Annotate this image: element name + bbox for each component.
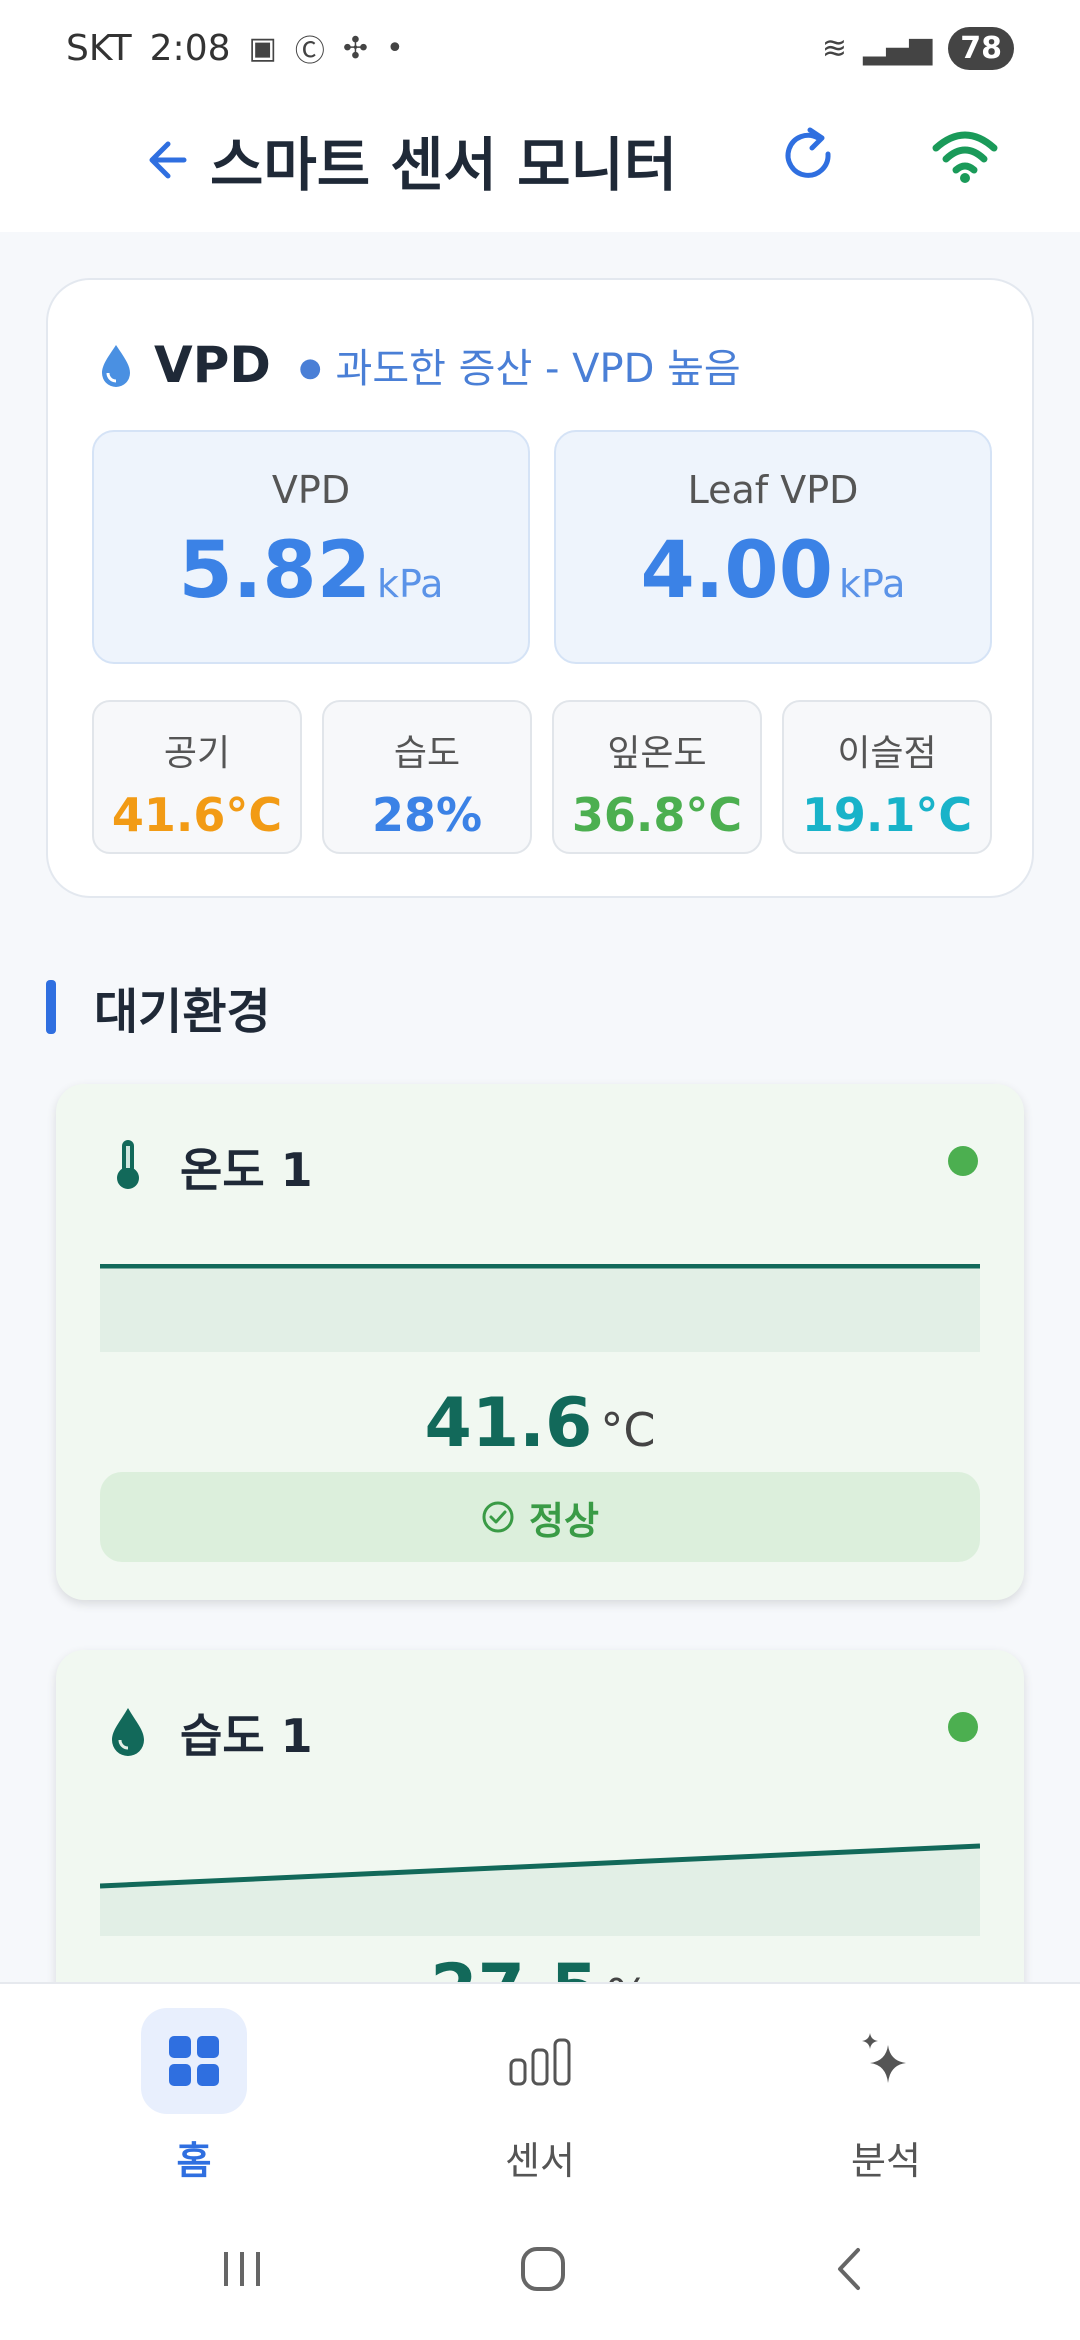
grid-dots-icon: ✣ [342,30,368,66]
nav-analysis-label: 분석 [851,2139,921,2183]
bar-chart-icon [509,2038,571,2086]
vpd-main-value: 5.82 [178,526,371,616]
carrier: SKT [66,27,132,69]
water-drop-icon [102,345,130,387]
vpd-status-text: 과도한 증산 - VPD 높음 [299,336,741,394]
wifi-icon[interactable] [930,126,1000,186]
leaf-vpd-title: Leaf VPD [687,468,859,512]
home-button-icon[interactable] [518,2244,568,2294]
recent-apps-icon[interactable] [218,2244,268,2294]
section-header: 대기환경 [46,972,271,1042]
status-bar: SKT 2:08 ▣ Ⓒ ✣ • ≋ ▂▄▆ 78 [0,0,1080,96]
metric-air: 공기 41.6°C [92,700,302,854]
sensor-unit: % [606,1969,650,1982]
sensor-value: 41.6 [424,1384,593,1463]
sensor-sparkline [100,1843,980,1936]
nav-home-label: 홈 [176,2139,212,2183]
grid-icon [169,2036,219,2086]
scroll-content[interactable]: VPD 과도한 증산 - VPD 높음 VPD 5.82kPa Leaf VPD… [0,232,1080,1982]
metric-leaf-temp-value: 36.8°C [571,788,743,842]
check-circle-icon [482,1501,514,1533]
leaf-vpd-unit: kPa [838,562,906,606]
clock: 2:08 [149,27,231,69]
nav-sensors-label: 센서 [505,2139,575,2183]
online-status-dot [948,1712,978,1742]
sensor-sparkline [100,1264,980,1352]
water-drop-icon [112,1708,144,1756]
section-title: 대기환경 [94,984,271,1040]
sensor-reading: 41.6 °C [56,1384,1024,1463]
status-badge: 정상 [100,1472,980,1562]
thermometer-icon [117,1140,139,1189]
dot-icon: • [386,30,404,66]
metric-air-value: 41.6°C [111,788,283,842]
vpd-header: VPD 과도한 증산 - VPD 높음 [96,336,741,394]
metric-humidity: 습도 28% [322,700,532,854]
back-arrow-icon[interactable] [140,130,200,190]
vpd-main-box: VPD 5.82 kPa [92,430,530,664]
sensor-card-temperature[interactable]: 온도 1 41.6 °C 정상 [56,1084,1024,1600]
status-text: 정상 [529,1498,599,1543]
vpd-label: VPD [154,336,271,394]
metric-dew-point-value: 19.1°C [801,788,973,842]
metric-air-title: 공기 [163,733,231,774]
online-status-dot [948,1146,978,1176]
leaf-vpd-box: Leaf VPD 4.00 kPa [554,430,992,664]
metric-humidity-value: 28% [371,788,483,842]
back-button-icon[interactable] [826,2244,876,2294]
app-bar: 스마트 센서 모니터 [0,96,1080,232]
page-title: 스마트 센서 모니터 [210,131,678,199]
metric-leaf-temp-title: 잎온도 [607,733,707,774]
bottom-navigation: 홈 센서 분석 [0,1982,1080,2196]
nav-sensors[interactable]: 센서 [440,2008,640,2185]
system-navigation-bar [0,2196,1080,2340]
battery-indicator: 78 [948,26,1014,70]
sparkle-icon [862,2033,906,2083]
metric-dew-point: 이슬점 19.1°C [782,700,992,854]
vpd-main-title: VPD [271,468,351,512]
metric-dew-point-title: 이슬점 [837,733,937,774]
c-badge-icon: Ⓒ [294,34,325,69]
wifi-status-icon: ≋ [821,30,848,66]
nav-analysis[interactable]: 분석 [786,2008,986,2185]
metric-humidity-title: 습도 [393,733,461,774]
sensor-card-humidity[interactable]: 습도 1 27.5% [56,1650,1024,1982]
sensor-name: 습도 1 [180,1709,313,1763]
section-accent-bar [46,980,56,1034]
vpd-card: VPD 과도한 증산 - VPD 높음 VPD 5.82kPa Leaf VPD… [46,278,1034,898]
nav-home[interactable]: 홈 [94,2008,294,2185]
signal-icon: ▂▄▆ [863,30,933,66]
vpd-main-unit: kPa [376,562,444,606]
metric-leaf-temp: 잎온도 36.8°C [552,700,762,854]
leaf-vpd-value: 4.00 [640,526,833,616]
screenshot-icon: ▣ [248,30,277,66]
sensor-value: 27.5 [430,1950,598,1982]
sensor-unit: °C [600,1403,656,1457]
sensor-name: 온도 1 [180,1143,313,1197]
sensor-reading: 27.5% [56,1950,1024,1982]
refresh-icon[interactable] [780,124,840,190]
